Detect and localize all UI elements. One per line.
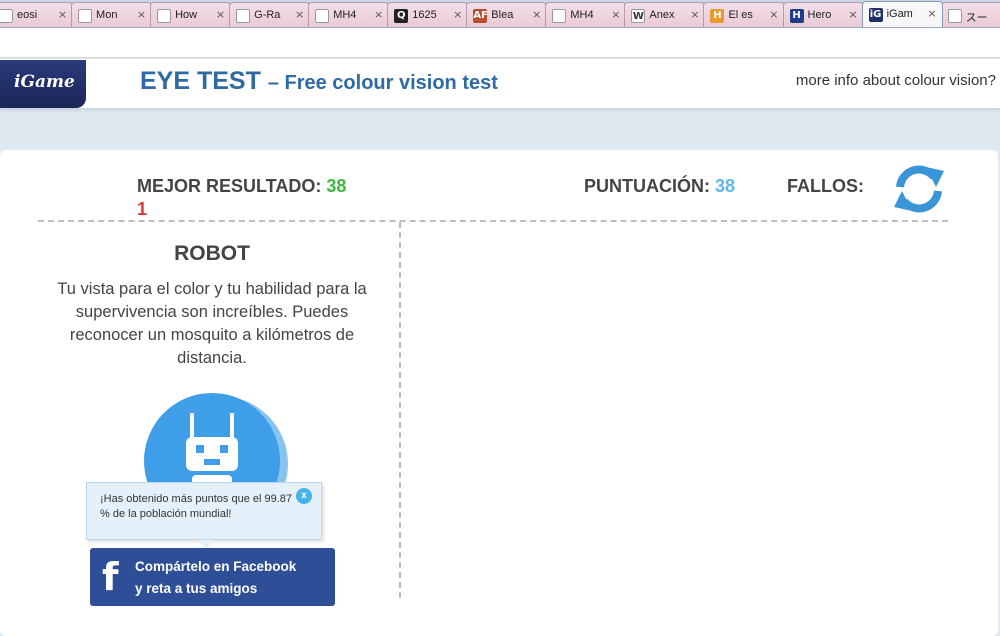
page-title: EYE TEST – Free colour vision test (140, 67, 498, 96)
tab-label: eosi (17, 9, 38, 21)
divider-vertical (399, 222, 401, 598)
errors-label: FALLOS: (787, 176, 864, 196)
tab-favicon-icon (552, 9, 567, 23)
tab-favicon-icon: H (789, 9, 804, 23)
tab-favicon-icon (947, 9, 962, 23)
tab-label: How (175, 9, 198, 21)
tab-favicon-icon: AF (473, 9, 488, 23)
browser-toolbar (0, 28, 1000, 58)
logo-text: iGame (14, 72, 75, 92)
tab-favicon-icon: W (631, 9, 646, 23)
browser-tab-strip: eosi × Mon × How × G-Ra × MH4 × Q 1625 × AF Blea × MH4 × W… (0, 0, 1000, 28)
tab-favicon-icon: Q (394, 9, 409, 23)
title-text: EYE TEST (140, 67, 261, 95)
browser-tab[interactable]: AF Blea × (466, 2, 548, 27)
tab-favicon-icon: H (710, 9, 725, 23)
best-score: MEJOR RESULTADO: 38 (137, 176, 346, 197)
current-score: PUNTUACIÓN: 38 (584, 176, 735, 197)
browser-tab[interactable]: eosi × (0, 2, 74, 27)
tab-favicon-icon (157, 9, 172, 23)
browser-tab[interactable]: MH4 × (545, 2, 627, 27)
tab-close-icon[interactable]: × (927, 7, 936, 20)
tab-close-icon[interactable]: × (532, 8, 541, 21)
tab-label: MH4 (570, 9, 594, 21)
tab-label: Blea (491, 9, 514, 21)
browser-tab[interactable]: W Anex × (624, 2, 706, 27)
tab-favicon-icon (236, 9, 251, 23)
tab-label: Anex (649, 9, 675, 21)
tab-favicon-icon (315, 9, 330, 23)
browser-tab[interactable]: Q 1625 × (387, 2, 469, 27)
facebook-icon: f (102, 555, 119, 599)
divider-horizontal (38, 220, 948, 222)
score-value: 38 (715, 176, 736, 196)
facebook-line-2: y reta a tus amigos (135, 581, 258, 596)
igame-logo[interactable]: iGame (0, 60, 86, 108)
tab-favicon-icon (0, 9, 13, 23)
browser-tab[interactable]: G-Ra × (229, 2, 311, 27)
result-description: Tu vista para el color y tu habilidad pa… (57, 280, 367, 367)
tab-label: iGam (886, 8, 913, 20)
tab-close-icon[interactable]: × (848, 8, 857, 21)
more-info-link[interactable]: more info about colour vision? (796, 72, 996, 89)
tab-close-icon[interactable]: × (374, 8, 383, 21)
percentile-tooltip: ¡Has obtenido más puntos que el 99.87 % … (86, 482, 322, 540)
refresh-icon[interactable] (890, 163, 948, 215)
tab-favicon-icon: iG (868, 8, 883, 22)
tab-close-icon[interactable]: × (295, 8, 304, 21)
tab-close-icon[interactable]: × (769, 8, 778, 21)
tab-label: 1625 (412, 9, 437, 21)
browser-tab[interactable]: How × (150, 2, 232, 27)
tab-label: Hero (807, 9, 832, 21)
browser-tab[interactable]: iG iGam × (861, 1, 943, 27)
browser-tab[interactable]: H Hero × (782, 2, 864, 27)
facebook-line-1: Compártelo en Facebook (135, 559, 297, 574)
subtitle-text: – Free colour vision test (267, 72, 498, 94)
browser-tab[interactable]: スー× (940, 2, 1000, 27)
tab-close-icon[interactable]: × (137, 8, 146, 21)
tab-label: G-Ra (254, 9, 281, 21)
tab-label: El es (728, 9, 753, 21)
tab-label: Mon (96, 9, 118, 21)
browser-tab[interactable]: H El es × (703, 2, 785, 27)
browser-tab[interactable]: Mon × (71, 2, 153, 27)
best-score-value: 38 (326, 176, 347, 196)
best-score-extra: 1 (137, 199, 148, 219)
tooltip-text: ¡Has obtenido más puntos que el 99.87 % … (100, 493, 293, 520)
tab-label: MH4 (333, 9, 357, 21)
tab-close-icon[interactable]: × (453, 8, 462, 21)
tab-close-icon[interactable]: × (216, 8, 225, 21)
browser-tab[interactable]: MH4 × (308, 2, 390, 27)
result-title: ROBOT (174, 242, 250, 265)
best-score-label: MEJOR RESULTADO: (137, 176, 322, 196)
tooltip-close-icon[interactable]: x (296, 488, 312, 504)
tab-close-icon[interactable]: × (611, 8, 620, 21)
tab-close-icon[interactable]: × (58, 8, 67, 21)
site-header: iGame EYE TEST – Free colour vision test… (0, 59, 1000, 109)
tab-favicon-icon (78, 9, 93, 23)
score-label: PUNTUACIÓN: (584, 176, 710, 196)
tab-close-icon[interactable]: × (690, 8, 699, 21)
tab-label: スー (965, 12, 988, 24)
facebook-share-button[interactable]: f Compártelo en Facebook y reta a tus am… (90, 548, 335, 606)
